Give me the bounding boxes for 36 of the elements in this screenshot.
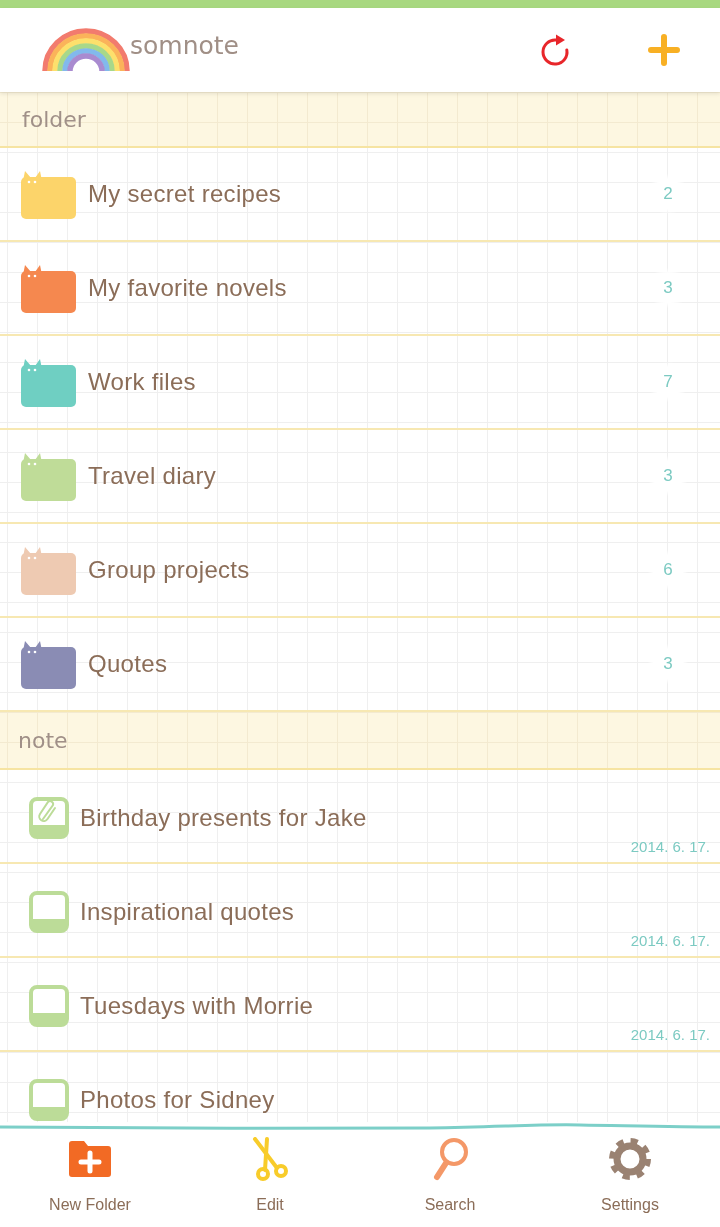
edit-button[interactable]: Edit: [180, 1132, 360, 1227]
note-title: Photos for Sidney: [80, 1086, 275, 1114]
folder-title: My secret recipes: [88, 180, 283, 208]
search-icon: [431, 1137, 469, 1181]
note-item[interactable]: Inspirational quotes 2014. 6. 17.: [0, 864, 720, 958]
folder-title: Work files: [88, 368, 197, 396]
note-item[interactable]: Birthday presents for Jake 2014. 6. 17.: [0, 770, 720, 864]
note-count: 3: [648, 644, 688, 684]
section-label: folder: [22, 106, 86, 132]
folder-item[interactable]: My favorite novels 3: [0, 242, 720, 336]
note-date: 2014. 6. 17.: [630, 838, 710, 856]
app-logo-text: somnote: [130, 30, 239, 60]
search-button[interactable]: Search: [360, 1132, 540, 1227]
note-date: 2014. 6. 17.: [630, 1026, 710, 1044]
note-count: 6: [648, 550, 688, 590]
folder-title: My favorite novels: [88, 274, 288, 302]
note-title: Inspirational quotes: [80, 898, 295, 926]
note-title: Birthday presents for Jake: [80, 804, 367, 832]
folder-title: Quotes: [88, 650, 169, 678]
settings-icon: [608, 1137, 652, 1181]
folder-title: Group projects: [88, 556, 251, 584]
note-item[interactable]: Tuesdays with Morrie 2014. 6. 17.: [0, 958, 720, 1052]
folder-plus-icon: [66, 1138, 114, 1180]
folder-item[interactable]: Work files 7: [0, 336, 720, 430]
rainbow-icon: [42, 27, 130, 73]
scissors-icon: [251, 1137, 289, 1181]
note-title: Tuesdays with Morrie: [80, 992, 314, 1020]
note-count: 3: [648, 456, 688, 496]
folder-title: Travel diary: [88, 462, 218, 490]
settings-button[interactable]: Settings: [540, 1132, 720, 1227]
note-date: 2014. 6. 17.: [630, 932, 710, 950]
folder-item[interactable]: My secret recipes 2: [0, 148, 720, 242]
folder-item[interactable]: Travel diary 3: [0, 430, 720, 524]
new-folder-button[interactable]: New Folder: [0, 1132, 180, 1227]
folder-item[interactable]: Group projects 6: [0, 524, 720, 618]
section-label: note: [18, 727, 68, 753]
